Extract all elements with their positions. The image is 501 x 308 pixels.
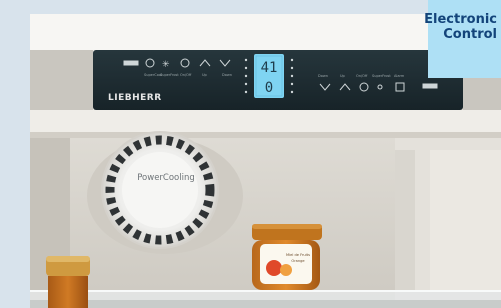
display-top-digits: 41 xyxy=(261,60,278,76)
svg-text:On/Off: On/Off xyxy=(356,74,368,78)
svg-text:Up: Up xyxy=(340,74,346,78)
badge-line-2: Control xyxy=(443,27,497,42)
fan-label: PowerCooling xyxy=(137,173,195,183)
svg-text:Alarm: Alarm xyxy=(394,74,405,78)
svg-text:Up: Up xyxy=(202,73,208,77)
display-bottom-digits: 0 xyxy=(265,80,273,96)
svg-text:Orange: Orange xyxy=(291,259,305,263)
liebherr-logo: LIEBHERR xyxy=(108,93,162,103)
honey-jar-left xyxy=(46,256,90,308)
svg-text:Down: Down xyxy=(222,73,232,77)
badge-line-1: Electronic xyxy=(424,12,497,27)
svg-text:SuperFrost: SuperFrost xyxy=(372,74,391,78)
svg-text:Miel de Fruits: Miel de Fruits xyxy=(286,253,310,257)
svg-text:✳: ✳ xyxy=(162,60,170,70)
fridge-interior-photo: LIEBHERR ✳ SuperCool SuperFrost On/Off U… xyxy=(0,0,501,308)
svg-text:On/Off: On/Off xyxy=(180,73,192,77)
honey-jar: Miel de Fruits Orange xyxy=(252,224,322,290)
svg-text:Down: Down xyxy=(318,74,328,78)
electronic-control-badge: Electronic Control xyxy=(424,0,501,78)
svg-text:SuperFrost: SuperFrost xyxy=(160,73,179,77)
